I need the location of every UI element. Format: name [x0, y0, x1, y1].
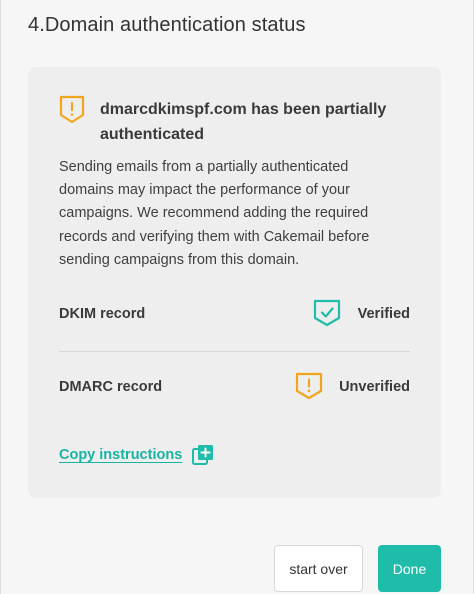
- copy-instructions-label: Copy instructions: [59, 447, 183, 463]
- divider: [59, 351, 410, 352]
- check-shield-icon: [313, 299, 341, 327]
- status-card: dmarcdkimspf.com has been partially auth…: [28, 67, 441, 498]
- record-row-dmarc: DMARC record Unverified: [59, 372, 410, 402]
- section-title: 4.Domain authentication status: [28, 14, 306, 36]
- start-over-button[interactable]: start over: [274, 545, 363, 592]
- record-status-unverified: Unverified: [339, 379, 410, 395]
- alert-title: dmarcdkimspf.com has been partially auth…: [100, 101, 387, 143]
- copy-icon[interactable]: [192, 444, 214, 466]
- record-status-verified: Verified: [357, 306, 410, 322]
- record-label: DKIM record: [59, 306, 146, 322]
- copy-instructions-link[interactable]: Copy instructions: [59, 444, 214, 466]
- warning-shield-icon: [59, 95, 85, 124]
- record-label: DMARC record: [59, 379, 163, 395]
- record-row-dkim: DKIM record Verified: [59, 299, 410, 329]
- done-button[interactable]: Done: [378, 545, 441, 592]
- alert-description: Sending emails from a partially authenti…: [59, 159, 370, 268]
- warning-shield-icon: [295, 372, 323, 400]
- page: 4.Domain authentication status dmarcdkim…: [0, 0, 474, 594]
